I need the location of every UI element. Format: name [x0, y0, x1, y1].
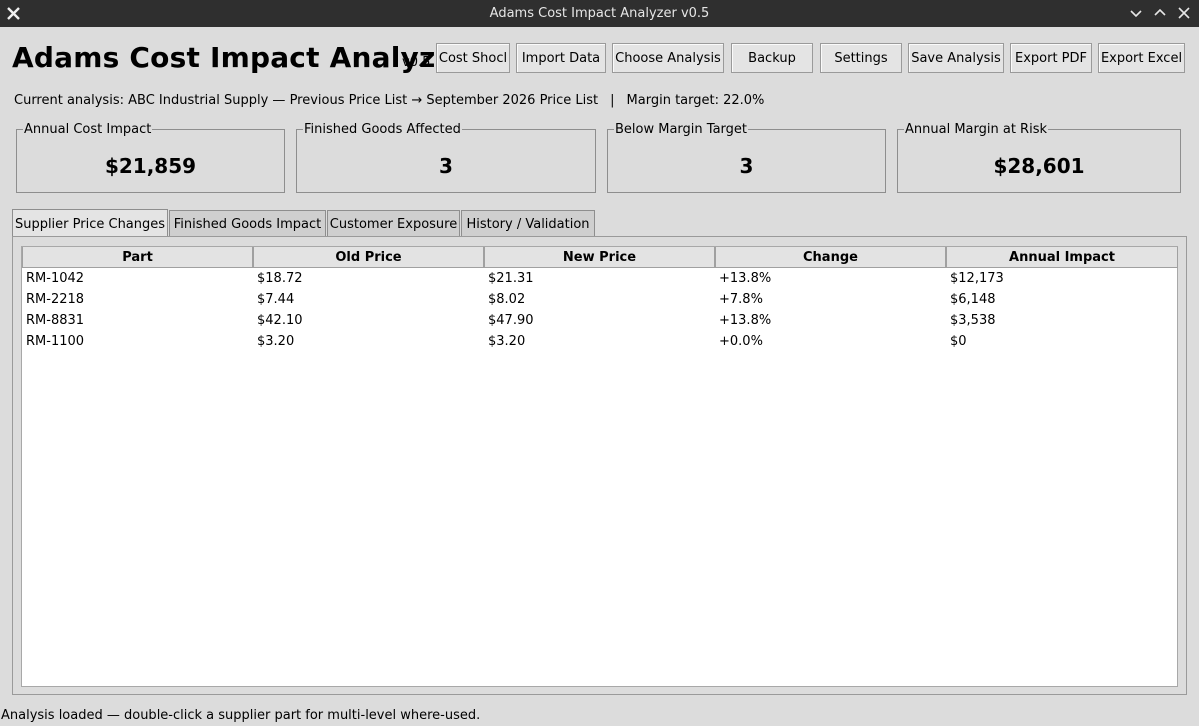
cell-old-price: $42.10: [257, 313, 303, 328]
status-bar: Analysis loaded — double-click a supplie…: [1, 708, 481, 723]
window-title: Adams Cost Impact Analyzer v0.5: [489, 6, 710, 21]
tab-customer-exposure[interactable]: Customer Exposure: [327, 210, 460, 237]
card-value: $21,859: [104, 154, 197, 178]
cell-new-price: $8.02: [488, 292, 526, 307]
cell-annual-impact: $12,173: [950, 271, 1004, 286]
cell-change: +13.8%: [719, 313, 772, 328]
info-separator: |: [610, 93, 615, 108]
cell-change: +0.0%: [719, 334, 763, 349]
backup-button[interactable]: Backup: [731, 43, 813, 73]
card-value: 3: [739, 154, 754, 178]
cell-part: RM-8831: [26, 313, 85, 328]
card-label: Finished Goods Affected: [303, 122, 462, 137]
margin-target-label: Margin target: 22.0%: [626, 93, 765, 108]
tab-panel: Part Old Price New Price Change Annual I…: [12, 236, 1187, 695]
card-label: Annual Margin at Risk: [904, 122, 1048, 137]
app-title: Adams Cost Impact Analyzer: [12, 41, 469, 74]
cell-old-price: $18.72: [257, 271, 303, 286]
tab-supplier-price-changes[interactable]: Supplier Price Changes: [12, 209, 168, 238]
finished-goods-affected-card: Finished Goods Affected 3: [296, 122, 596, 193]
column-header-new-price[interactable]: New Price: [484, 247, 715, 268]
card-label: Below Margin Target: [614, 122, 748, 137]
settings-button[interactable]: Settings: [820, 43, 902, 73]
annual-cost-impact-card: Annual Cost Impact $21,859: [16, 122, 285, 193]
maximize-icon[interactable]: [1151, 4, 1169, 22]
cell-old-price: $7.44: [257, 292, 295, 307]
table-row[interactable]: RM-1100 $3.20 $3.20 +0.0% $0: [22, 331, 1177, 352]
cell-change: +13.8%: [719, 271, 772, 286]
table-row[interactable]: RM-2218 $7.44 $8.02 +7.8% $6,148: [22, 289, 1177, 310]
card-value: $28,601: [993, 154, 1085, 178]
cell-part: RM-1042: [26, 271, 85, 286]
cell-change: +7.8%: [719, 292, 763, 307]
export-pdf-button[interactable]: Export PDF: [1010, 43, 1092, 73]
cell-new-price: $47.90: [488, 313, 534, 328]
cell-new-price: $21.31: [488, 271, 534, 286]
table-row[interactable]: RM-8831 $42.10 $47.90 +13.8% $3,538: [22, 310, 1177, 331]
app-close-icon[interactable]: [4, 4, 23, 23]
price-changes-table[interactable]: Part Old Price New Price Change Annual I…: [21, 246, 1178, 687]
analysis-info: Current analysis: ABC Industrial Supply …: [14, 93, 764, 108]
window-titlebar: Adams Cost Impact Analyzer v0.5: [0, 0, 1199, 27]
card-value: 3: [439, 154, 453, 178]
below-margin-target-card: Below Margin Target 3: [607, 122, 886, 193]
window-close-icon[interactable]: [1175, 4, 1193, 22]
choose-analysis-button[interactable]: Choose Analysis: [612, 43, 724, 73]
column-header-part[interactable]: Part: [22, 247, 253, 268]
export-excel-button[interactable]: Export Excel: [1098, 43, 1185, 73]
current-analysis-label: Current analysis: ABC Industrial Supply …: [14, 93, 599, 108]
column-header-annual-impact[interactable]: Annual Impact: [946, 247, 1178, 268]
cell-old-price: $3.20: [257, 334, 295, 349]
app-version: v0.5: [402, 55, 431, 70]
tab-finished-goods-impact[interactable]: Finished Goods Impact: [169, 210, 326, 237]
minimize-icon[interactable]: [1127, 4, 1145, 22]
cost-shock-button[interactable]: Cost Shocl: [436, 43, 510, 73]
table-row[interactable]: RM-1042 $18.72 $21.31 +13.8% $12,173: [22, 268, 1177, 289]
table-header: Part Old Price New Price Change Annual I…: [22, 247, 1178, 268]
cell-part: RM-1100: [26, 334, 85, 349]
annual-margin-at-risk-card: Annual Margin at Risk $28,601: [897, 122, 1181, 193]
column-header-old-price[interactable]: Old Price: [253, 247, 484, 268]
cell-annual-impact: $6,148: [950, 292, 996, 307]
card-label: Annual Cost Impact: [23, 122, 153, 137]
cell-annual-impact: $0: [950, 334, 967, 349]
import-data-button[interactable]: Import Data: [516, 43, 606, 73]
tab-history-validation[interactable]: History / Validation: [461, 210, 595, 237]
column-header-change[interactable]: Change: [715, 247, 946, 268]
cell-annual-impact: $3,538: [950, 313, 996, 328]
cell-new-price: $3.20: [488, 334, 526, 349]
cell-part: RM-2218: [26, 292, 85, 307]
save-analysis-button[interactable]: Save Analysis: [908, 43, 1004, 73]
